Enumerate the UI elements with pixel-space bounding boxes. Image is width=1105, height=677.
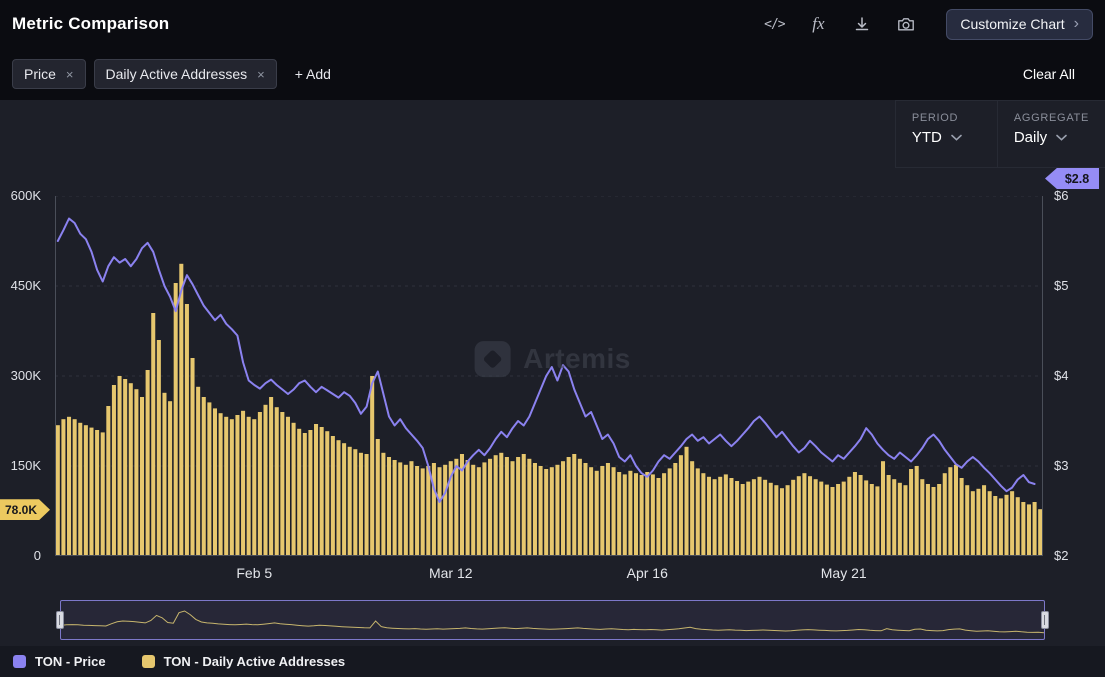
left-axis-tick: 150K (0, 458, 50, 473)
metric-chip-label: Daily Active Addresses (106, 66, 248, 82)
header-actions: </> fx Customize Chart › (756, 9, 1093, 40)
add-metric-button[interactable]: + Add (295, 66, 331, 82)
left-y-axis: 0150K300K450K600K (0, 168, 50, 556)
chevron-down-icon (951, 134, 962, 141)
chevron-down-icon (1056, 134, 1067, 141)
right-axis-tick: $6 (1043, 188, 1105, 203)
right-axis-tick: $5 (1043, 278, 1105, 293)
range-handle-right[interactable] (1041, 611, 1049, 629)
screenshot-button[interactable] (888, 9, 924, 39)
legend-label: TON - Price (35, 654, 106, 669)
chart-plot-area[interactable] (55, 196, 1043, 556)
page-title: Metric Comparison (12, 14, 169, 34)
clear-all-button[interactable]: Clear All (1023, 66, 1093, 82)
range-handle-left[interactable] (56, 611, 64, 629)
period-label: PERIOD (912, 112, 981, 124)
remove-icon[interactable]: × (66, 67, 74, 82)
x-axis-tick: Mar 12 (429, 565, 473, 581)
right-y-axis: $2$3$4$5$6 (1043, 168, 1105, 556)
aggregate-value: Daily (1014, 129, 1047, 146)
chart-controls-row: PERIOD YTD AGGREGATE Daily (0, 100, 1105, 168)
formula-button[interactable]: fx (800, 9, 836, 39)
legend-item-daily-active-addresses[interactable]: TON - Daily Active Addresses (142, 654, 346, 669)
customize-chart-label: Customize Chart (960, 16, 1064, 32)
current-daa-badge: 78.0K (0, 499, 50, 520)
price-swatch-icon (13, 655, 26, 668)
metric-chip-price[interactable]: Price × (12, 59, 86, 89)
header: Metric Comparison </> fx Customize Char (0, 0, 1105, 48)
x-axis: Feb 5 Mar 12 Apr 16 May 21 (0, 556, 1105, 592)
code-icon: </> (764, 17, 784, 32)
customize-chart-button[interactable]: Customize Chart › (946, 9, 1093, 40)
period-select[interactable]: PERIOD YTD (895, 101, 997, 167)
chart-controls: PERIOD YTD AGGREGATE Daily (895, 100, 1105, 168)
right-axis-tick: $3 (1043, 458, 1105, 473)
legend-label: TON - Daily Active Addresses (164, 654, 346, 669)
remove-icon[interactable]: × (257, 67, 265, 82)
download-icon (854, 16, 870, 32)
download-button[interactable] (844, 9, 880, 39)
metric-chip-daily-active-addresses[interactable]: Daily Active Addresses × (94, 59, 277, 89)
embed-code-button[interactable]: </> (756, 9, 792, 39)
aggregate-label: AGGREGATE (1014, 112, 1089, 124)
x-axis-tick: Apr 16 (627, 565, 668, 581)
camera-icon (897, 16, 915, 32)
left-axis-tick: 300K (0, 368, 50, 383)
aggregate-select[interactable]: AGGREGATE Daily (997, 101, 1105, 167)
comparison-chart: 0150K300K450K600K $2$3$4$5$6 Artemis 78.… (0, 168, 1105, 556)
current-price-badge: $2.8 (1045, 168, 1099, 189)
x-axis-tick: Feb 5 (236, 565, 272, 581)
fx-icon: fx (812, 14, 824, 34)
chevron-right-icon: › (1074, 16, 1079, 32)
left-axis-tick: 600K (0, 188, 50, 203)
left-axis-tick: 450K (0, 278, 50, 293)
range-selector[interactable] (60, 600, 1045, 640)
metric-comparison-app: Metric Comparison </> fx Customize Char (0, 0, 1105, 677)
daa-swatch-icon (142, 655, 155, 668)
range-sparkline (61, 601, 1044, 639)
chart-legend: TON - Price TON - Daily Active Addresses (0, 646, 1105, 677)
x-axis-tick: May 21 (821, 565, 867, 581)
metric-chip-label: Price (24, 66, 56, 82)
legend-item-price[interactable]: TON - Price (13, 654, 106, 669)
right-axis-tick: $4 (1043, 368, 1105, 383)
range-selector-row (0, 592, 1105, 646)
metric-filter-row: Price × Daily Active Addresses × + Add C… (0, 48, 1105, 100)
period-value: YTD (912, 129, 942, 146)
